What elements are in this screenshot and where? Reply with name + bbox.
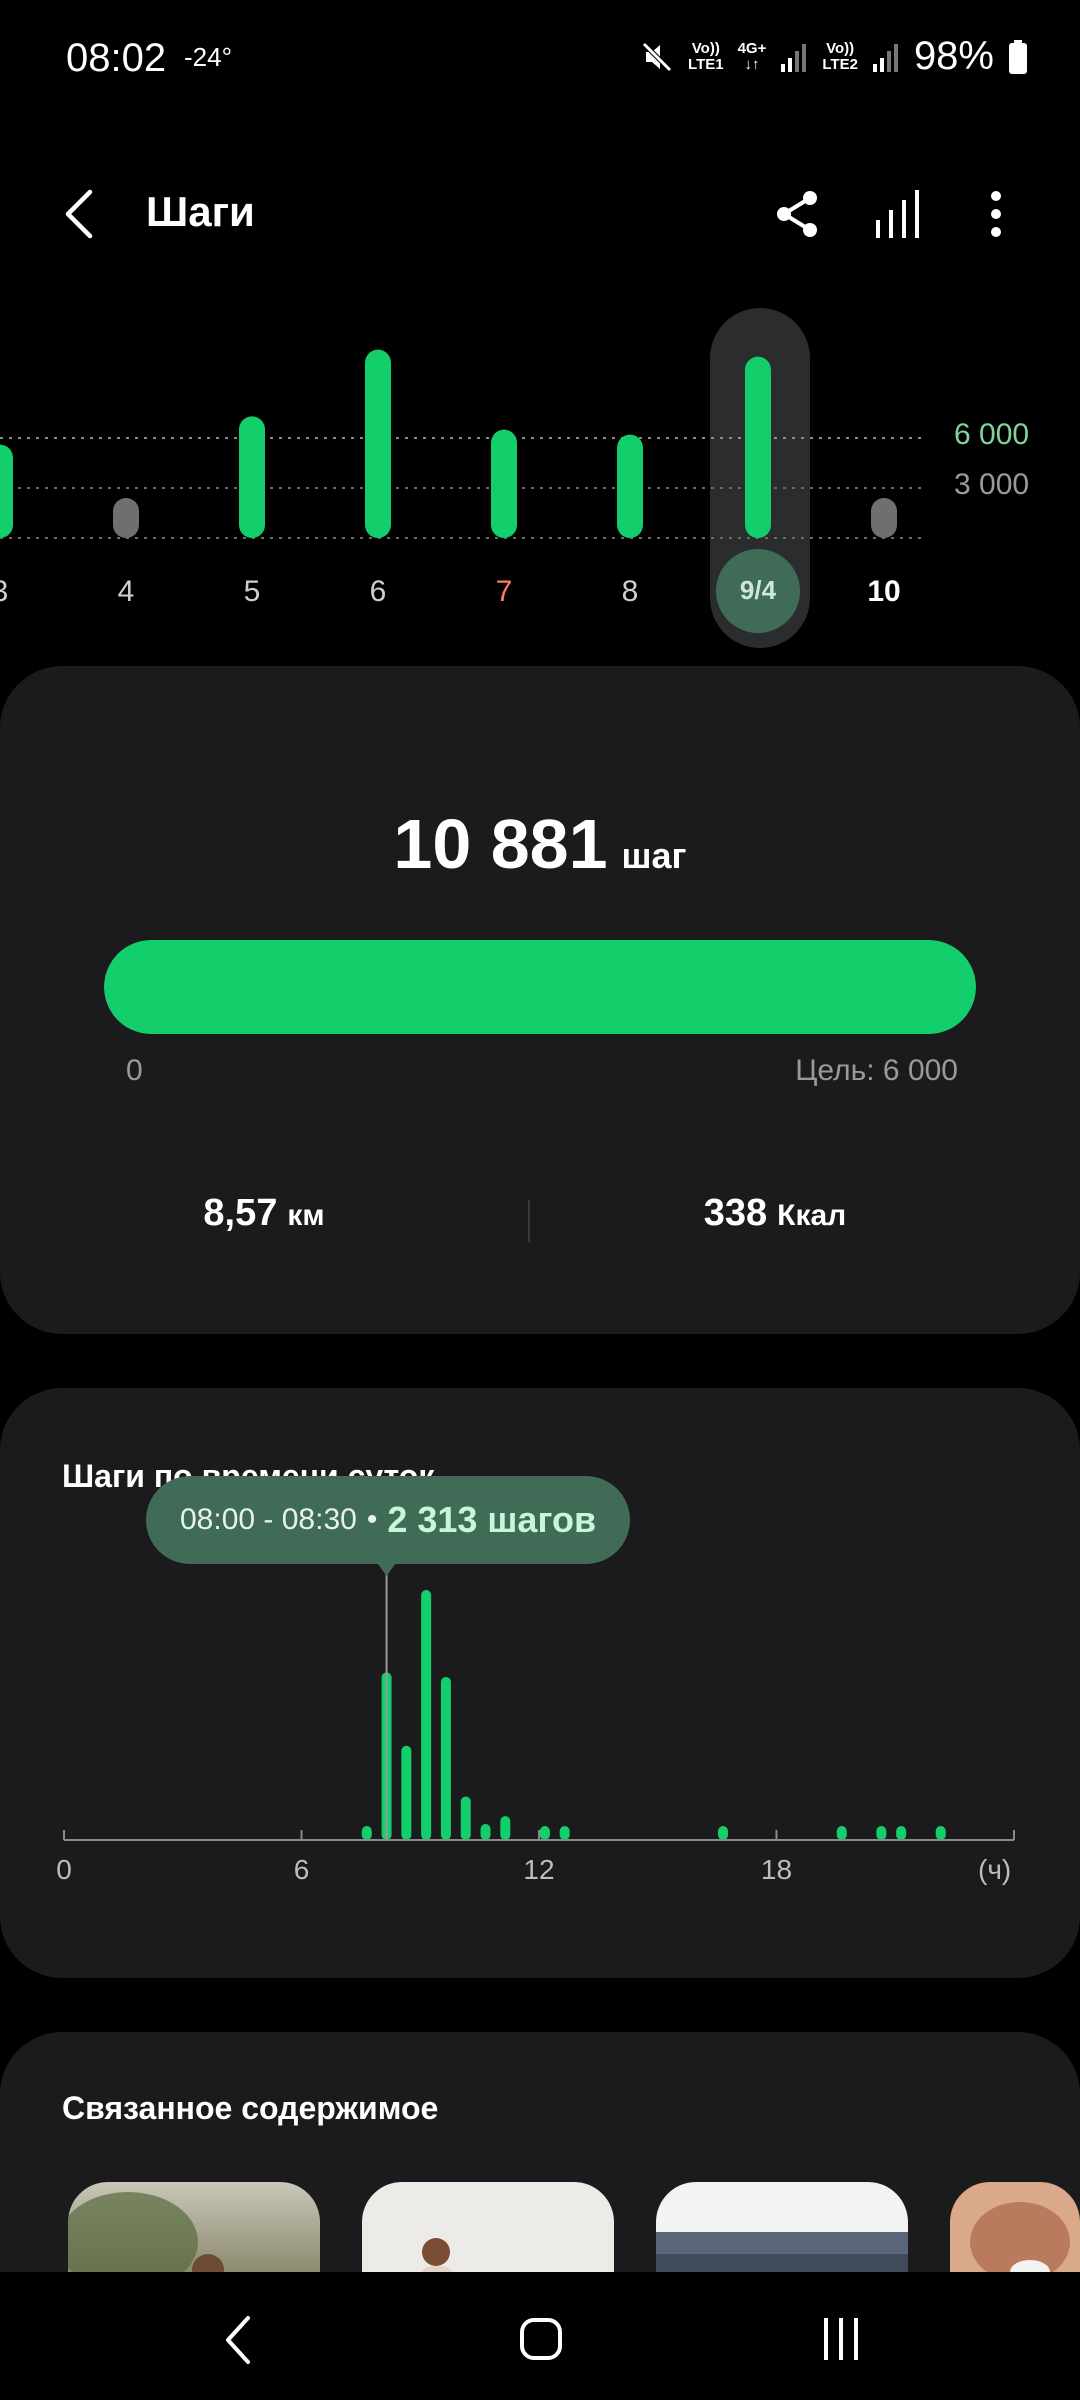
goal-progress-fill bbox=[104, 940, 976, 1034]
status-temperature: -24° bbox=[184, 42, 232, 72]
sim2-label: Vo)) LTE2 bbox=[822, 39, 858, 73]
page-title: Шаги bbox=[146, 188, 255, 235]
day-bar-4[interactable] bbox=[113, 498, 139, 538]
hourly-bar[interactable] bbox=[440, 1676, 451, 1840]
hourly-bar[interactable] bbox=[500, 1816, 511, 1840]
steps-unit: шаг bbox=[621, 835, 687, 876]
day-bar-3[interactable] bbox=[0, 444, 13, 538]
hourly-bar[interactable] bbox=[559, 1826, 570, 1840]
chevron-left-icon bbox=[65, 189, 93, 239]
sim2-lte: LTE2 bbox=[822, 55, 858, 73]
hourly-bar[interactable] bbox=[935, 1826, 946, 1840]
day-label-10[interactable]: 10 bbox=[844, 575, 924, 609]
day-label-8[interactable]: 8 bbox=[590, 575, 670, 609]
nav-recents-button[interactable] bbox=[812, 2312, 872, 2368]
network-label: 4G+ bbox=[737, 39, 767, 57]
steps-total: 10 881 шаг bbox=[0, 804, 1080, 884]
back-button[interactable] bbox=[60, 186, 106, 242]
more-options-button[interactable] bbox=[976, 186, 1016, 242]
daily-steps-chart[interactable]: 3 4 5 6 7 8 9/4 10 6 000 3 000 bbox=[0, 300, 1080, 660]
status-time: 08:02 bbox=[66, 36, 167, 80]
hourly-bar[interactable] bbox=[421, 1590, 432, 1840]
hourly-bar[interactable] bbox=[460, 1796, 471, 1840]
bar-chart-icon bbox=[876, 190, 919, 238]
data-arrows-icon: ↓↑ bbox=[744, 55, 760, 73]
day-bar-5[interactable] bbox=[239, 416, 265, 538]
tooltip-caret bbox=[376, 1562, 397, 1576]
network-type: 4G+ ↓↑ bbox=[737, 39, 767, 73]
day-bar-10[interactable] bbox=[871, 498, 897, 538]
nav-home-icon bbox=[520, 2318, 562, 2360]
distance-stat: 8,57 км bbox=[0, 1192, 528, 1235]
hourly-tick-label: 18 bbox=[760, 1854, 793, 1885]
goal-axis-label: 6 000 bbox=[954, 418, 1030, 451]
calories-stat: 338 Ккал bbox=[530, 1192, 1020, 1235]
hourly-bar[interactable] bbox=[836, 1826, 847, 1840]
battery-percent: 98% bbox=[913, 34, 994, 78]
signal-icon bbox=[781, 43, 807, 72]
day-bar-9/4[interactable] bbox=[745, 356, 771, 538]
mute-icon bbox=[642, 41, 672, 72]
steps-value: 10 881 bbox=[393, 805, 608, 883]
calories-value: 338 bbox=[703, 1192, 768, 1234]
tooltip-time-range: 08:00 - 08:30 bbox=[180, 1503, 357, 1536]
hourly-bar[interactable] bbox=[896, 1826, 907, 1840]
distance-value: 8,57 bbox=[203, 1192, 278, 1234]
tooltip-separator: • bbox=[366, 1503, 378, 1536]
hourly-bar[interactable] bbox=[361, 1826, 372, 1840]
hourly-bar[interactable] bbox=[480, 1824, 491, 1840]
day-label-9/4[interactable]: 9/4 bbox=[718, 575, 798, 606]
share-icon bbox=[777, 191, 817, 237]
related-content-title: Связанное содержимое bbox=[62, 2090, 439, 2126]
more-vertical-icon bbox=[991, 191, 1001, 237]
hourly-bar[interactable] bbox=[401, 1745, 412, 1840]
share-button[interactable] bbox=[772, 186, 822, 242]
hourly-bar[interactable] bbox=[718, 1826, 729, 1840]
day-label-6[interactable]: 6 bbox=[338, 575, 418, 609]
day-label-5[interactable]: 5 bbox=[212, 575, 292, 609]
calories-unit: Ккал bbox=[777, 1199, 847, 1232]
hourly-tick-label: 0 bbox=[56, 1854, 72, 1885]
day-bar-8[interactable] bbox=[617, 434, 643, 538]
sim1-lte: LTE1 bbox=[688, 55, 724, 73]
goal-progress-bar bbox=[104, 940, 976, 1034]
progress-min-label: 0 bbox=[126, 1054, 143, 1087]
day-bar-6[interactable] bbox=[365, 349, 391, 538]
day-label-3[interactable]: 3 bbox=[0, 575, 40, 609]
hourly-tick-label: 6 bbox=[293, 1854, 310, 1885]
sim2-volte: Vo)) bbox=[826, 39, 855, 57]
sim1-label: Vo)) LTE1 bbox=[688, 39, 724, 73]
battery-icon bbox=[1009, 39, 1027, 74]
bar-chart-button[interactable] bbox=[872, 186, 922, 242]
hourly-unit-label: (ч) bbox=[978, 1854, 1012, 1885]
day-label-4[interactable]: 4 bbox=[86, 575, 166, 609]
nav-back-button[interactable] bbox=[212, 2312, 272, 2368]
day-label-7[interactable]: 7 bbox=[464, 575, 544, 609]
hourly-bar[interactable] bbox=[876, 1826, 887, 1840]
goal-label: Цель: 6 000 bbox=[795, 1054, 958, 1087]
status-icons: Vo)) LTE1 4G+ ↓↑ Vo)) LTE2 98% bbox=[640, 34, 1028, 79]
nav-home-button[interactable] bbox=[512, 2312, 572, 2368]
nav-back-icon bbox=[226, 2316, 250, 2364]
signal-icon bbox=[872, 43, 898, 72]
nav-recents-icon bbox=[824, 2318, 858, 2360]
reference-axis-label: 3 000 bbox=[954, 468, 1030, 501]
tooltip-steps: 2 313 шагов bbox=[387, 1499, 597, 1540]
sim1-volte: Vo)) bbox=[691, 39, 720, 57]
hourly-bar[interactable] bbox=[539, 1826, 550, 1840]
distance-unit: км bbox=[287, 1199, 325, 1232]
day-bar-7[interactable] bbox=[491, 429, 517, 538]
hourly-tooltip: 08:00 - 08:30 • 2 313 шагов bbox=[146, 1476, 631, 1564]
hourly-tick-label: 12 bbox=[523, 1854, 555, 1885]
